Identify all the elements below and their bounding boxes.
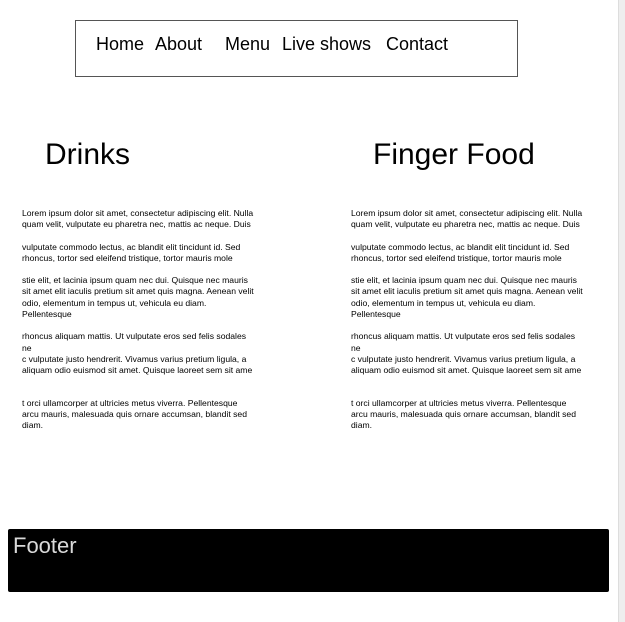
footer-label: Footer (13, 533, 77, 558)
finger-food-paragraph: c vulputate justo hendrerit. Vivamus var… (351, 353, 582, 376)
finger-food-paragraph: stie elit, et lacinia ipsum quam nec dui… (351, 275, 583, 320)
finger-food-paragraph: vulputate commodo lectus, ac blandit eli… (351, 241, 570, 263)
nav-link-contact[interactable]: Contact (386, 33, 448, 55)
page-footer: Footer (8, 529, 609, 592)
nav-link-menu[interactable]: Menu (225, 33, 270, 55)
main-nav: Home About Menu Live shows Contact (75, 20, 518, 77)
nav-link-home[interactable]: Home (96, 33, 144, 55)
finger-food-paragraph: t orci ullamcorper at ultricies metus vi… (351, 397, 576, 431)
drinks-paragraph: t orci ullamcorper at ultricies metus vi… (22, 397, 247, 431)
drinks-text: Lorem ipsum dolor sit amet, consectetur … (22, 208, 256, 442)
drinks-paragraph: c vulputate justo hendrerit. Vivamus var… (22, 353, 253, 376)
drinks-paragraph: vulputate commodo lectus, ac blandit eli… (22, 241, 241, 263)
drinks-paragraph: Lorem ipsum dolor sit amet, consectetur … (22, 208, 254, 230)
drinks-title: Drinks (45, 138, 131, 171)
nav-link-about[interactable]: About (155, 33, 202, 55)
finger-food-paragraph: rhoncus aliquam mattis. Ut vulputate ero… (351, 331, 576, 353)
finger-food-title: Finger Food (373, 138, 535, 171)
finger-food-paragraph: Lorem ipsum dolor sit amet, consectetur … (351, 208, 583, 230)
nav-link-live-shows[interactable]: Live shows (282, 33, 371, 55)
page-right-edge (618, 0, 625, 622)
drinks-paragraph: rhoncus aliquam mattis. Ut vulputate ero… (22, 331, 247, 353)
finger-food-text: Lorem ipsum dolor sit amet, consectetur … (351, 208, 585, 442)
drinks-paragraph: stie elit, et lacinia ipsum quam nec dui… (22, 275, 254, 320)
